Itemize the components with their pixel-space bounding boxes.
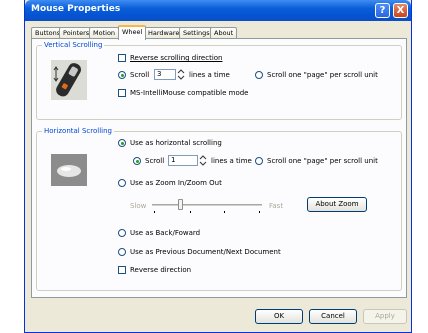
about-zoom-button[interactable]: About Zoom [307,197,367,212]
window-title: Mouse Properties [31,4,121,14]
slider-slow-label: Slow [130,202,147,210]
zoom-label: Use as Zoom In/Zoom Out [130,179,222,187]
wheel-tab-panel: Vertical Scrolling Reverse scrolling dir… [31,38,407,298]
vertical-lines-a-time-label: lines a time [189,71,230,79]
horizontal-scroll-page-label: Scroll one "page" per scroll unit [267,157,378,165]
slider-thumb[interactable] [178,199,183,210]
ms-intellimouse-label: MS-IntelliMouse compatible mode [130,89,249,97]
back-forward-radio[interactable] [118,229,126,237]
mouse-properties-window: Mouse Properties ? X Buttons Pointers Mo… [24,0,412,333]
help-button[interactable]: ? [375,3,390,18]
vertical-wheel-mouse-icon [51,60,87,100]
vertical-scroll-page-label: Scroll one "page" per scroll unit [267,71,378,79]
slider-tick [190,211,191,213]
slider-track [152,204,262,206]
vertical-lines-spinner[interactable] [177,69,185,80]
horizontal-scroll-lines-radio[interactable] [133,157,141,165]
reverse-direction-label: Reverse direction [130,266,192,274]
slider-fast-label: Fast [269,202,284,210]
zoom-radio[interactable] [118,179,126,187]
tab-wheel[interactable]: Wheel [118,25,147,40]
vertical-scroll-label: Scroll [130,71,150,79]
vertical-scrolling-group: Vertical Scrolling Reverse scrolling dir… [36,41,402,120]
spinner-arrows-icon [199,155,207,166]
back-forward-label: Use as Back/Foward [130,229,201,237]
reverse-scrolling-checkbox[interactable] [118,54,126,62]
horizontal-scroll-label: Scroll [145,157,165,165]
horizontal-scrolling-group: Horizontal Scrolling Use as horizontal s… [36,127,402,291]
horizontal-lines-input[interactable]: 1 [168,155,198,166]
reverse-direction-checkbox[interactable] [118,266,126,274]
slider-tick [224,211,225,213]
prev-next-document-radio[interactable] [118,248,126,256]
spinner-arrows-icon [177,69,185,80]
horizontal-lines-a-time-label: lines a time [211,157,252,165]
ms-intellimouse-checkbox[interactable] [118,89,126,97]
reverse-scrolling-label: Reverse scrolling direction [130,54,223,62]
close-button[interactable]: X [393,3,408,18]
use-horizontal-label: Use as horizontal scrolling [130,139,222,147]
horizontal-scroll-page-radio[interactable] [255,157,263,165]
use-horizontal-radio[interactable] [118,139,126,147]
prev-next-document-label: Use as Previous Document/Next Document [130,248,281,256]
slider-tick [154,211,155,213]
horizontal-tilt-mouse-icon [51,154,87,186]
vertical-scrolling-label: Vertical Scrolling [42,41,105,49]
apply-button[interactable]: Apply [363,309,407,324]
slider-tick [259,211,260,213]
horizontal-scrolling-label: Horizontal Scrolling [42,127,114,135]
horizontal-lines-spinner[interactable] [199,155,207,166]
cancel-button[interactable]: Cancel [309,309,357,324]
vertical-scroll-page-radio[interactable] [255,71,263,79]
vertical-lines-input[interactable]: 3 [154,69,176,80]
zoom-speed-slider[interactable] [152,196,262,214]
ok-button[interactable]: OK [255,309,303,324]
title-bar[interactable]: Mouse Properties ? X [25,0,411,21]
vertical-scroll-lines-radio[interactable] [118,71,126,79]
